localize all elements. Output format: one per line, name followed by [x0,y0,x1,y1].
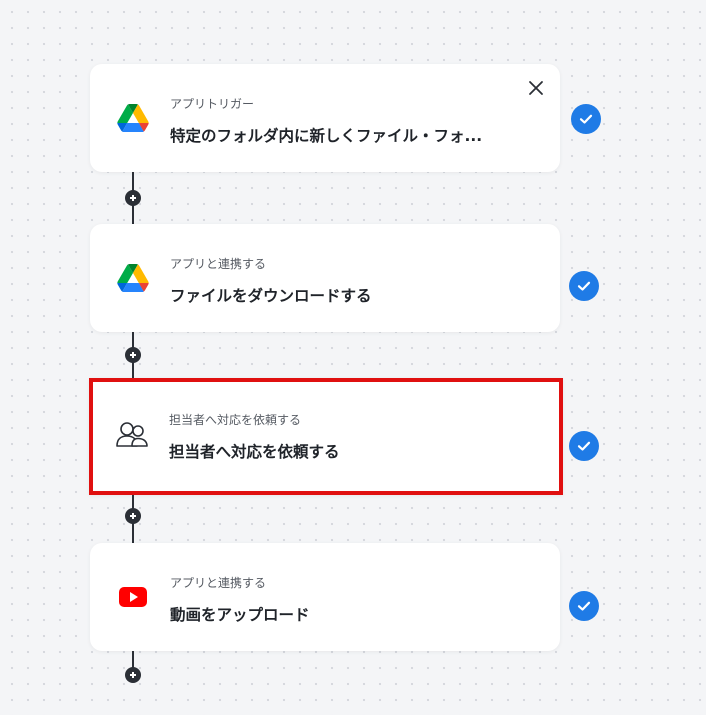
completed-check-icon [569,591,599,621]
step-subtitle: アプリと連携する [170,257,267,271]
close-icon[interactable] [526,78,546,98]
youtube-icon [119,587,147,607]
step-card-upload-video[interactable]: アプリと連携する 動画をアップロード [90,543,560,651]
add-step-button[interactable] [125,190,141,206]
add-step-button[interactable] [125,667,141,683]
step-title: ファイルをダウンロードする [170,287,372,305]
google-drive-icon [117,264,149,292]
google-drive-icon [117,104,149,132]
step-title: 特定のフォルダ内に新しくファイル・フォ... [170,127,483,145]
add-step-button[interactable] [125,347,141,363]
completed-check-icon [571,104,601,134]
step-title: 担当者へ対応を依頼する [169,443,340,461]
step-card-trigger[interactable]: アプリトリガー 特定のフォルダ内に新しくファイル・フォ... [90,64,560,172]
completed-check-icon [569,431,599,461]
step-subtitle: 担当者へ対応を依頼する [169,413,302,427]
step-subtitle: アプリと連携する [170,576,267,590]
add-step-button[interactable] [125,508,141,524]
people-icon [116,422,148,447]
step-subtitle: アプリトリガー [170,97,255,111]
completed-check-icon [569,271,599,301]
step-card-assign-person[interactable]: 担当者へ対応を依頼する 担当者へ対応を依頼する [89,378,563,495]
step-card-download[interactable]: アプリと連携する ファイルをダウンロードする [90,224,560,332]
step-title: 動画をアップロード [170,606,310,624]
